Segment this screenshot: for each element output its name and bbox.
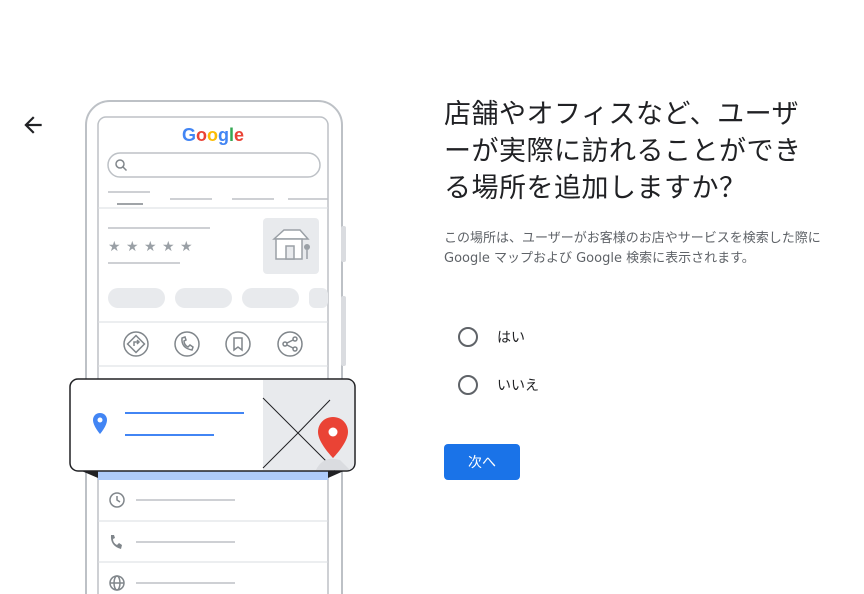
radio-unchecked-icon[interactable] bbox=[458, 327, 478, 347]
page-description: この場所は、ユーザーがお客様のお店やサービスを検索した際に Google マップ… bbox=[444, 231, 821, 266]
question-panel: 店舗やオフィスなど、ユーザーが実際に訪れることができる場所を追加しますか？ この… bbox=[444, 96, 824, 480]
svg-text:★: ★ bbox=[162, 239, 175, 255]
page-title: 店舗やオフィスなど、ユーザーが実際に訪れることができる場所を追加しますか？ bbox=[444, 99, 802, 204]
option-no-label: いいえ bbox=[497, 378, 539, 394]
option-no[interactable]: いいえ bbox=[444, 361, 824, 409]
option-yes-label: はい bbox=[497, 330, 525, 346]
search-bar bbox=[107, 152, 321, 178]
google-logo: Google bbox=[182, 125, 244, 145]
svg-text:★: ★ bbox=[126, 239, 139, 255]
svg-text:★: ★ bbox=[108, 239, 121, 255]
radio-group: はい いいえ bbox=[444, 313, 824, 409]
next-button[interactable]: 次へ bbox=[444, 444, 520, 480]
svg-text:★: ★ bbox=[180, 239, 193, 255]
business-profile-illustration: Google ★ ★ ★ ★ ★ bbox=[69, 100, 356, 594]
option-yes[interactable]: はい bbox=[444, 313, 824, 361]
svg-text:★: ★ bbox=[144, 239, 157, 255]
radio-unchecked-icon[interactable] bbox=[458, 375, 478, 395]
